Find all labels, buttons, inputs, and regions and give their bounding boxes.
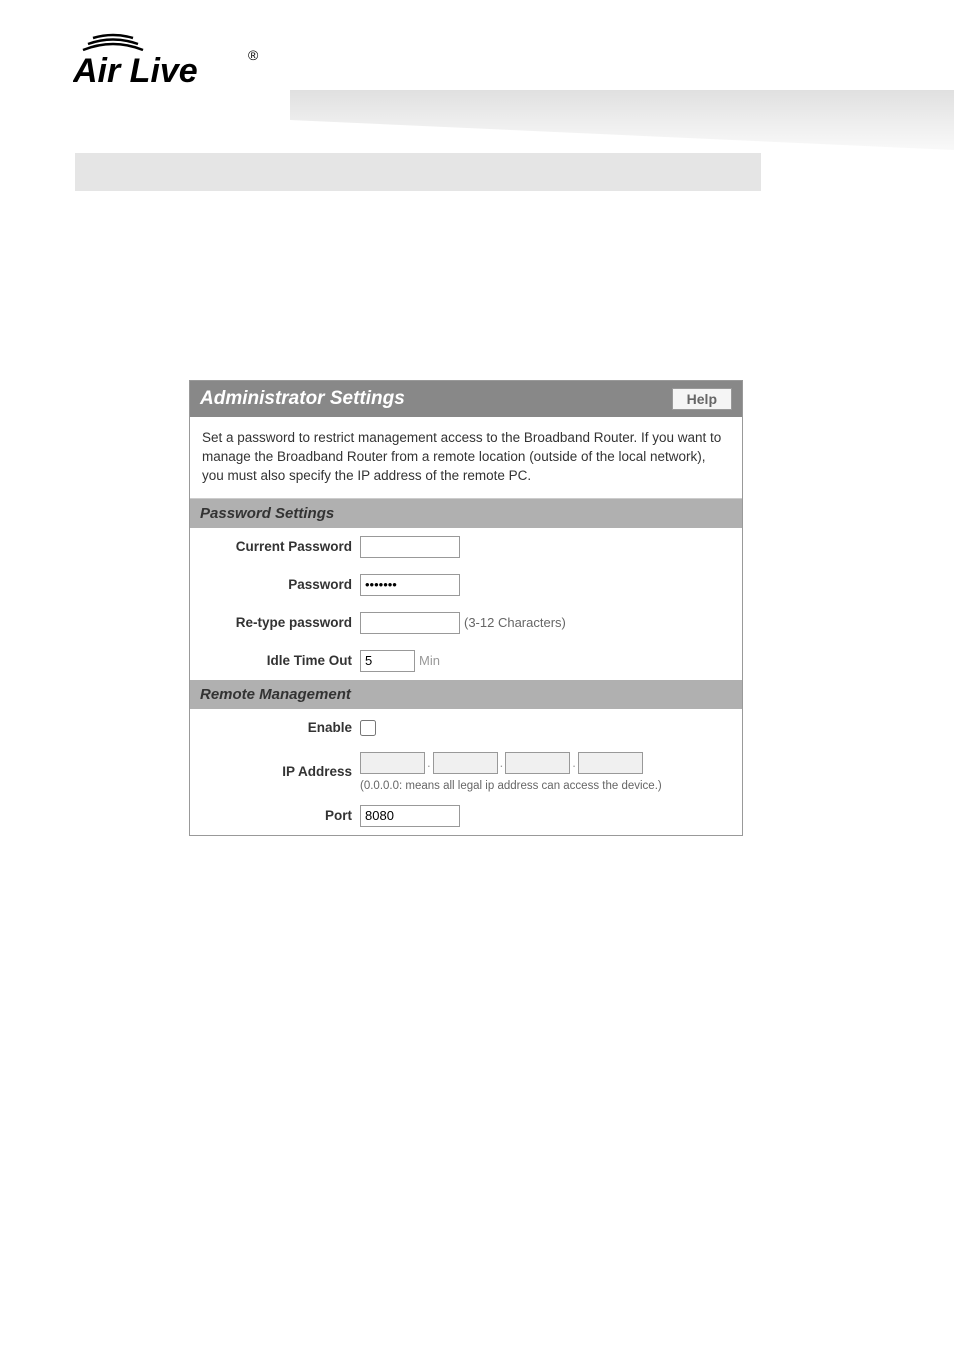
page-header: Air Live ® bbox=[0, 0, 954, 165]
current-password-row: Current Password bbox=[190, 528, 742, 566]
password-input[interactable] bbox=[360, 574, 460, 596]
idle-timeout-unit: Min bbox=[419, 653, 440, 668]
svg-text:Air Live: Air Live bbox=[73, 52, 198, 90]
ip-address-label: IP Address bbox=[190, 764, 360, 779]
retype-password-label: Re-type password bbox=[190, 615, 360, 630]
ip-octet-2[interactable] bbox=[433, 752, 498, 774]
ip-address-row: IP Address . . . (0.0.0.0: means all leg… bbox=[190, 747, 742, 797]
retype-password-input[interactable] bbox=[360, 612, 460, 634]
header-bar bbox=[75, 153, 761, 191]
admin-settings-panel: Administrator Settings Help Set a passwo… bbox=[189, 380, 743, 836]
current-password-label: Current Password bbox=[190, 539, 360, 554]
port-label: Port bbox=[190, 808, 360, 823]
idle-timeout-input[interactable] bbox=[360, 650, 415, 672]
ip-address-note: (0.0.0.0: means all legal ip address can… bbox=[360, 780, 662, 792]
enable-checkbox[interactable] bbox=[360, 720, 376, 736]
ip-dot: . bbox=[500, 755, 504, 770]
current-password-input[interactable] bbox=[360, 536, 460, 558]
ip-octet-3[interactable] bbox=[505, 752, 570, 774]
port-input[interactable] bbox=[360, 805, 460, 827]
idle-timeout-label: Idle Time Out bbox=[190, 653, 360, 668]
ip-dot: . bbox=[427, 755, 431, 770]
remote-management-header: Remote Management bbox=[190, 680, 742, 709]
panel-header: Administrator Settings Help bbox=[190, 381, 742, 417]
retype-hint: (3-12 Characters) bbox=[464, 615, 566, 630]
ip-dot: . bbox=[572, 755, 576, 770]
idle-timeout-row: Idle Time Out Min bbox=[190, 642, 742, 680]
ip-octet-4[interactable] bbox=[578, 752, 643, 774]
enable-label: Enable bbox=[190, 720, 360, 735]
panel-description: Set a password to restrict management ac… bbox=[190, 417, 742, 499]
enable-row: Enable bbox=[190, 709, 742, 747]
svg-text:®: ® bbox=[248, 47, 259, 63]
password-label: Password bbox=[190, 577, 360, 592]
brand-logo: Air Live ® bbox=[73, 30, 268, 90]
password-row: Password bbox=[190, 566, 742, 604]
panel-title: Administrator Settings bbox=[200, 388, 405, 410]
main-content: Administrator Settings Help Set a passwo… bbox=[189, 380, 743, 836]
help-button[interactable]: Help bbox=[672, 388, 732, 410]
password-settings-header: Password Settings bbox=[190, 499, 742, 528]
port-row: Port bbox=[190, 797, 742, 835]
ip-octet-1[interactable] bbox=[360, 752, 425, 774]
retype-password-row: Re-type password (3-12 Characters) bbox=[190, 604, 742, 642]
